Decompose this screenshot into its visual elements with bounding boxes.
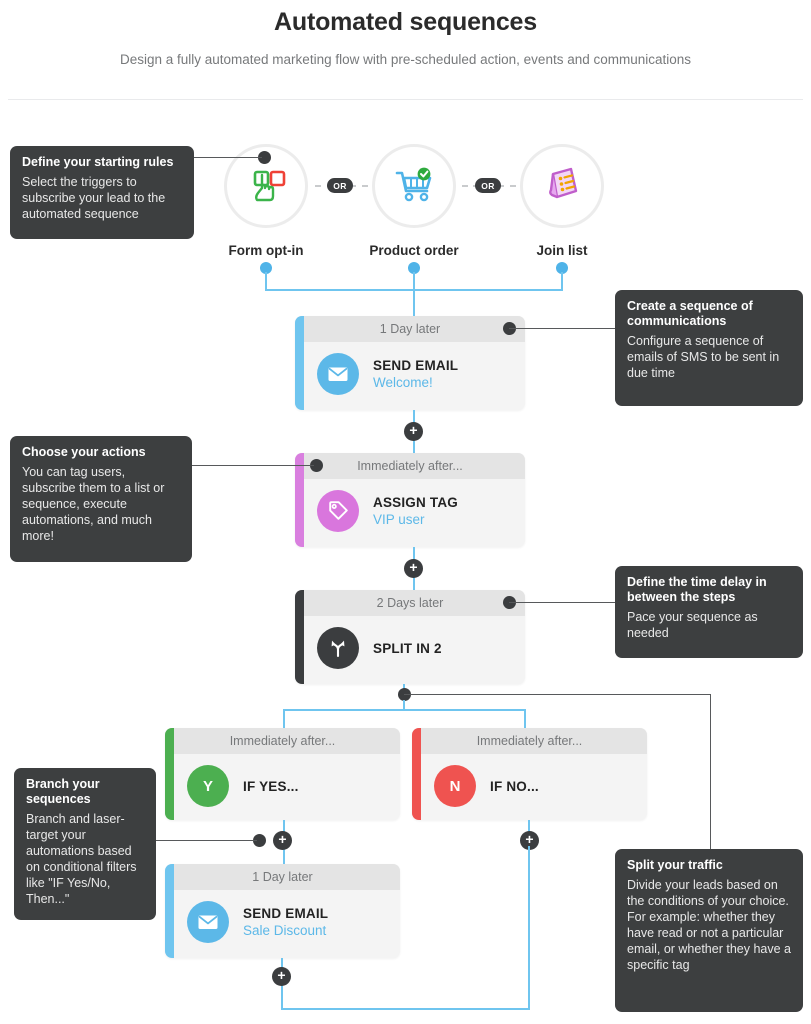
callout-title: Split your traffic bbox=[627, 858, 723, 872]
or-pill-1: OR bbox=[327, 178, 353, 193]
branch-badge-letter: Y bbox=[202, 777, 213, 795]
step-detail-label: Sale Discount bbox=[243, 923, 327, 938]
step-body: SEND EMAIL Sale Discount bbox=[165, 890, 400, 954]
split-fork-icon bbox=[317, 627, 359, 669]
step-card-send-email-welcome[interactable]: 1 Day later SEND EMAIL Welcome! bbox=[295, 316, 525, 410]
step-card-split-in-2[interactable]: 2 Days later SPLIT IN 2 bbox=[295, 590, 525, 684]
step-action-label: SEND EMAIL bbox=[373, 358, 459, 373]
step-text: SPLIT IN 2 bbox=[373, 641, 442, 656]
connector-branch-left bbox=[283, 709, 285, 729]
add-step-button-1[interactable]: + bbox=[404, 422, 423, 441]
sequence-builder-canvas: Automated sequences Design a fully autom… bbox=[0, 0, 811, 1024]
header-divider bbox=[8, 99, 803, 100]
branch-body: N IF NO... bbox=[412, 754, 647, 818]
step-card-assign-tag[interactable]: Immediately after... ASSIGN TAG VIP user bbox=[295, 453, 525, 547]
step-body: ASSIGN TAG VIP user bbox=[295, 479, 525, 543]
callout-leader-4 bbox=[509, 602, 616, 603]
callout-body: Select the triggers to subscribe your le… bbox=[22, 175, 166, 221]
step-action-label: ASSIGN TAG bbox=[373, 495, 459, 510]
step-text: SEND EMAIL Sale Discount bbox=[243, 906, 328, 938]
no-badge-icon: N bbox=[434, 765, 476, 807]
branch-timing-label: Immediately after... bbox=[165, 728, 400, 754]
split-traffic-leader-top bbox=[404, 694, 710, 695]
add-step-button-2[interactable]: + bbox=[404, 559, 423, 578]
trigger-label-product-order: Product order bbox=[369, 243, 459, 258]
connector-bottom-right bbox=[528, 846, 530, 1010]
step-action-label: SPLIT IN 2 bbox=[373, 640, 442, 656]
step-accent-bar bbox=[295, 453, 304, 547]
step-action-label: SEND EMAIL bbox=[243, 906, 329, 921]
step-timing-label: 1 Day later bbox=[295, 316, 525, 342]
trigger-drop-line bbox=[413, 289, 415, 316]
step-body: SEND EMAIL Welcome! bbox=[295, 342, 525, 406]
trigger-line-1 bbox=[265, 272, 267, 290]
connector-split-bus bbox=[283, 709, 526, 711]
callout-branch-sequences: Branch your sequences Branch and laser-t… bbox=[14, 768, 156, 920]
page-subtitle: Design a fully automated marketing flow … bbox=[119, 52, 692, 67]
envelope-icon bbox=[317, 353, 359, 395]
callout-title: Choose your actions bbox=[22, 445, 146, 459]
step-timing-label: 1 Day later bbox=[165, 864, 400, 890]
trigger-line-3 bbox=[561, 272, 563, 290]
list-document-icon bbox=[540, 162, 584, 211]
trigger-label-form-opt-in: Form opt-in bbox=[228, 243, 304, 258]
callout-body: Branch and laser-target your automations… bbox=[26, 812, 137, 906]
callout-title: Define the time delay in between the ste… bbox=[627, 575, 767, 604]
shopping-cart-check-icon bbox=[391, 162, 437, 211]
branch-action-label: IF NO... bbox=[490, 778, 539, 794]
callout-body: Pace your sequence as needed bbox=[627, 610, 758, 640]
trigger-label-join-list: Join list bbox=[536, 243, 588, 258]
tag-icon bbox=[317, 490, 359, 532]
branch-timing-label: Immediately after... bbox=[412, 728, 647, 754]
trigger-line-2 bbox=[413, 272, 415, 290]
callout-body: You can tag users, subscribe them to a l… bbox=[22, 465, 165, 543]
callout-choose-actions: Choose your actions You can tag users, s… bbox=[10, 436, 192, 562]
step-accent-bar bbox=[295, 316, 304, 410]
branch-accent-bar bbox=[412, 728, 421, 820]
trigger-product-order[interactable] bbox=[372, 144, 456, 228]
callout-title: Create a sequence of communications bbox=[627, 299, 753, 328]
step-detail-label: VIP user bbox=[373, 512, 425, 527]
hand-click-form-icon bbox=[244, 162, 288, 211]
add-step-button-yes[interactable]: + bbox=[273, 831, 292, 850]
add-step-button-bottom[interactable]: + bbox=[272, 967, 291, 986]
callout-create-sequence: Create a sequence of communications Conf… bbox=[615, 290, 803, 406]
envelope-icon bbox=[187, 901, 229, 943]
branch-card-if-no[interactable]: Immediately after... N IF NO... bbox=[412, 728, 647, 820]
callout-leader-5 bbox=[156, 840, 257, 841]
step-text: SEND EMAIL Welcome! bbox=[373, 358, 458, 390]
step-card-send-email-sale-discount[interactable]: 1 Day later SEND EMAIL Sale Discount bbox=[165, 864, 400, 958]
step-text: ASSIGN TAG VIP user bbox=[373, 495, 458, 527]
connector-bottom-line bbox=[281, 1008, 530, 1010]
branch-body: Y IF YES... bbox=[165, 754, 400, 818]
or-pill-2: OR bbox=[475, 178, 501, 193]
callout-body: Configure a sequence of emails of SMS to… bbox=[627, 334, 780, 380]
callout-leader-1 bbox=[190, 157, 262, 158]
step-accent-bar bbox=[165, 864, 174, 958]
callout-leader-3 bbox=[192, 465, 314, 466]
branch-badge-letter: N bbox=[449, 777, 461, 795]
split-traffic-leader-side bbox=[710, 694, 711, 851]
callout-split-traffic: Split your traffic Divide your leads bas… bbox=[615, 849, 803, 1012]
callout-title: Branch your sequences bbox=[26, 777, 100, 806]
branch-text: IF NO... bbox=[490, 779, 539, 794]
step-timing-label: 2 Days later bbox=[295, 590, 525, 616]
yes-badge-icon: Y bbox=[187, 765, 229, 807]
step-timing-label: Immediately after... bbox=[295, 453, 525, 479]
callout-starting-rules: Define your starting rules Select the tr… bbox=[10, 146, 194, 239]
callout-time-delay: Define the time delay in between the ste… bbox=[615, 566, 803, 658]
callout-body: Divide your leads based on the condition… bbox=[627, 878, 791, 972]
step-accent-bar bbox=[295, 590, 304, 684]
callout-leader-2 bbox=[509, 328, 616, 329]
branch-card-if-yes[interactable]: Immediately after... Y IF YES... bbox=[165, 728, 400, 820]
branch-action-label: IF YES... bbox=[243, 778, 299, 794]
step-body: SPLIT IN 2 bbox=[295, 616, 525, 680]
callout-title: Define your starting rules bbox=[22, 155, 174, 169]
branch-accent-bar bbox=[165, 728, 174, 820]
page-title: Automated sequences bbox=[274, 8, 537, 36]
trigger-join-list[interactable] bbox=[520, 144, 604, 228]
step-detail-label: Welcome! bbox=[373, 375, 433, 390]
branch-text: IF YES... bbox=[243, 779, 299, 794]
connector-branch-right bbox=[524, 709, 526, 729]
